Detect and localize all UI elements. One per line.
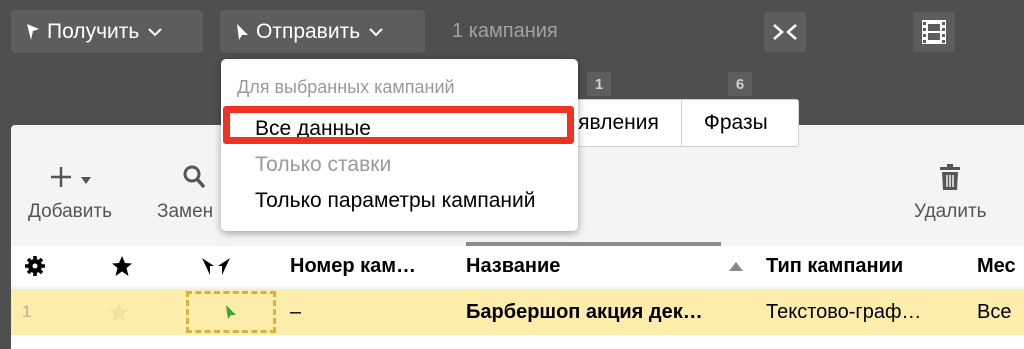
row-index: 1 (22, 302, 32, 321)
replace-button[interactable]: Замен (157, 165, 213, 223)
tab-bar: явления Фразы (540, 99, 799, 147)
row-type: Текстово-граф… (766, 300, 922, 323)
tab-phrases-label: Фразы (703, 111, 768, 134)
row-extra: Все (977, 300, 1012, 323)
plus-icon (49, 165, 73, 195)
row-favorite[interactable] (108, 289, 130, 335)
collapse-icon (773, 24, 797, 40)
search-icon (182, 164, 206, 196)
chevron-down-icon (368, 27, 384, 37)
menu-item-campaign-params-only[interactable]: Только параметры кампаний (255, 189, 535, 213)
favorite-column[interactable] (111, 246, 135, 286)
row-send-status[interactable] (186, 291, 276, 333)
chevron-down-icon (147, 27, 163, 37)
row-number: – (290, 300, 302, 323)
replace-button-label: Замен (157, 201, 214, 222)
delete-button-label: Удалить (914, 201, 987, 222)
get-button-label: Получить (47, 19, 140, 43)
column-extra-label: Мес (977, 254, 1016, 277)
caret-down-icon (80, 169, 91, 191)
send-icon (226, 305, 236, 319)
send-receive-icon (202, 258, 230, 275)
tab-badge-phrases: 6 (728, 72, 752, 96)
column-name-label: Название (466, 254, 561, 277)
film-icon (922, 20, 946, 44)
column-extra[interactable]: Мес (977, 246, 1024, 286)
send-dropdown-menu: Для выбранных кампаний Все данные Только… (221, 59, 578, 231)
table-body (11, 335, 1024, 349)
tab-badge-ads: 1 (587, 72, 611, 96)
send-button[interactable]: Отправить (220, 10, 425, 53)
row-name[interactable]: Барбершоп акция дек… (466, 289, 741, 335)
highlight-frame (223, 106, 574, 144)
delete-button[interactable]: Удалить (914, 164, 987, 223)
gear-icon (25, 256, 45, 276)
tab-phrases[interactable]: Фразы (680, 100, 798, 146)
column-number-label: Номер кам… (290, 254, 417, 277)
trash-icon (940, 164, 961, 196)
campaign-count: 1 кампания (452, 20, 558, 42)
get-button[interactable]: Получить (11, 10, 203, 53)
add-button[interactable]: Добавить (28, 165, 112, 223)
add-button-label: Добавить (28, 201, 112, 222)
video-button[interactable] (913, 12, 955, 52)
tab-ads-label: явления (578, 111, 659, 134)
sync-column[interactable] (200, 246, 240, 286)
star-outline-icon (109, 302, 129, 322)
sort-asc-icon[interactable] (729, 259, 743, 273)
column-number[interactable]: Номер кам… (290, 246, 450, 286)
menu-item-bids-only: Только ставки (255, 153, 392, 176)
settings-column[interactable] (24, 246, 48, 286)
dropdown-caption: Для выбранных кампаний (237, 77, 455, 97)
send-icon (234, 23, 250, 41)
star-icon (112, 256, 132, 276)
column-name[interactable]: Название (466, 246, 726, 286)
send-button-label: Отправить (256, 19, 361, 43)
receive-icon (25, 23, 41, 41)
column-type-label: Тип кампании (766, 254, 904, 277)
collapse-button[interactable] (764, 12, 806, 52)
column-type[interactable]: Тип кампании (766, 246, 956, 286)
